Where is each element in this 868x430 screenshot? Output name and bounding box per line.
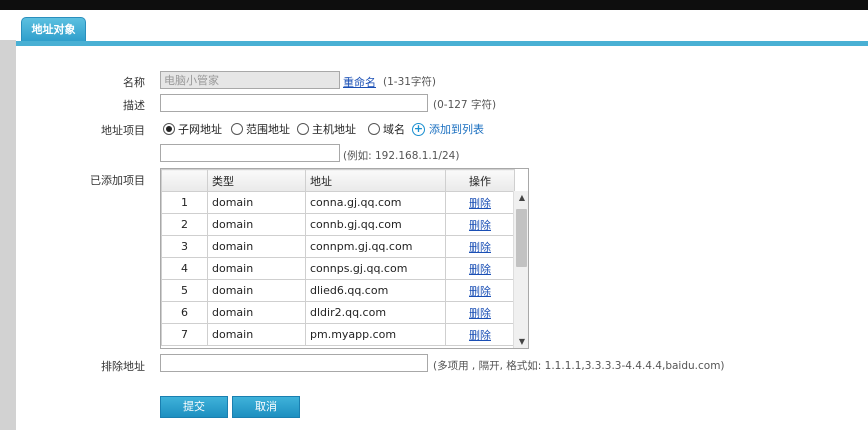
row-address: pm.myapp.com	[305, 323, 446, 346]
added-items-table: 类型 地址 操作 1 domain conna.gj.qq.com 删除 2 d…	[160, 168, 529, 349]
radio-host[interactable]: 主机地址	[297, 121, 356, 137]
radio-domain-label: 域名	[383, 123, 405, 136]
name-hint: (1-31字符)	[383, 76, 437, 88]
row-type: domain	[207, 191, 306, 214]
row-type: domain	[207, 323, 306, 346]
row-address: connps.gj.qq.com	[305, 257, 446, 280]
desc-input[interactable]	[160, 94, 428, 112]
items-table: 类型 地址 操作 1 domain conna.gj.qq.com 删除 2 d…	[161, 169, 515, 346]
delete-link[interactable]: 删除	[469, 285, 491, 298]
row-number: 5	[161, 279, 208, 302]
radio-unchecked-icon	[231, 123, 243, 135]
col-type: 类型	[207, 169, 306, 192]
table-row: 1 domain conna.gj.qq.com 删除	[161, 191, 515, 214]
delete-link[interactable]: 删除	[469, 241, 491, 254]
table-row: 4 domain connps.gj.qq.com 删除	[161, 257, 515, 280]
delete-link[interactable]: 删除	[469, 263, 491, 276]
exclude-label: 排除地址	[101, 360, 145, 373]
address-item-input[interactable]	[160, 144, 340, 162]
desc-label: 描述	[123, 99, 145, 112]
row-operation: 删除	[445, 301, 515, 324]
row-address: dlied6.qq.com	[305, 279, 446, 302]
radio-unchecked-icon	[297, 123, 309, 135]
radio-domain[interactable]: 域名	[368, 121, 405, 137]
exclude-hint: (多项用 , 隔开, 格式如: 1.1.1.1,3.3.3.3-4.4.4.4,…	[433, 360, 725, 372]
col-operation: 操作	[445, 169, 515, 192]
radio-host-label: 主机地址	[312, 123, 356, 136]
row-type: domain	[207, 213, 306, 236]
radio-subnet[interactable]: 子网地址	[163, 121, 222, 137]
cancel-button[interactable]: 取消	[232, 396, 300, 418]
rename-link[interactable]: 重命名	[343, 74, 376, 90]
row-operation: 删除	[445, 279, 515, 302]
added-label: 已添加项目	[90, 174, 145, 187]
table-scrollbar[interactable]: ▲ ▼	[513, 191, 528, 348]
radio-unchecked-icon	[368, 123, 380, 135]
table-row: 5 domain dlied6.qq.com 删除	[161, 279, 515, 302]
radio-range[interactable]: 范围地址	[231, 121, 290, 137]
tab-address-object[interactable]: 地址对象	[21, 17, 86, 41]
table-row: 2 domain connb.gj.qq.com 删除	[161, 213, 515, 236]
row-type: domain	[207, 301, 306, 324]
exclude-input[interactable]	[160, 354, 428, 372]
scroll-up-arrow-icon[interactable]: ▲	[514, 191, 528, 205]
row-type: domain	[207, 235, 306, 258]
col-num	[161, 169, 208, 192]
radio-range-label: 范围地址	[246, 123, 290, 136]
scroll-down-arrow-icon[interactable]: ▼	[514, 335, 528, 348]
tab-underline	[16, 41, 868, 46]
table-row: 7 domain pm.myapp.com 删除	[161, 323, 515, 346]
row-number: 1	[161, 191, 208, 214]
radio-subnet-label: 子网地址	[178, 123, 222, 136]
radio-checked-icon	[163, 123, 175, 135]
row-number: 7	[161, 323, 208, 346]
row-operation: 删除	[445, 235, 515, 258]
address-example-hint: (例如: 192.168.1.1/24)	[343, 150, 460, 162]
scrollbar-thumb[interactable]	[516, 209, 527, 267]
add-to-list-label: 添加到列表	[429, 123, 484, 136]
table-row: 3 domain connpm.gj.qq.com 删除	[161, 235, 515, 258]
delete-link[interactable]: 删除	[469, 197, 491, 210]
row-address: connpm.gj.qq.com	[305, 235, 446, 258]
row-number: 3	[161, 235, 208, 258]
row-address: dldir2.qq.com	[305, 301, 446, 324]
tab-strip	[0, 10, 868, 40]
item-label: 地址项目	[101, 124, 145, 137]
row-number: 6	[161, 301, 208, 324]
table-header-row: 类型 地址 操作	[161, 169, 515, 192]
row-number: 4	[161, 257, 208, 280]
row-type: domain	[207, 279, 306, 302]
name-input[interactable]	[160, 71, 340, 89]
row-number: 2	[161, 213, 208, 236]
add-to-list-button[interactable]: + 添加到列表	[412, 121, 484, 137]
table-row: 6 domain dldir2.qq.com 删除	[161, 301, 515, 324]
row-operation: 删除	[445, 257, 515, 280]
window-top-bar	[0, 0, 868, 10]
row-operation: 删除	[445, 191, 515, 214]
plus-circle-icon: +	[412, 121, 425, 136]
desc-hint: (0-127 字符)	[433, 99, 497, 111]
delete-link[interactable]: 删除	[469, 219, 491, 232]
col-address: 地址	[305, 169, 446, 192]
row-address: conna.gj.qq.com	[305, 191, 446, 214]
row-type: domain	[207, 257, 306, 280]
row-operation: 删除	[445, 323, 515, 346]
row-operation: 删除	[445, 213, 515, 236]
name-label: 名称	[123, 76, 145, 89]
delete-link[interactable]: 删除	[469, 329, 491, 342]
submit-button[interactable]: 提交	[160, 396, 228, 418]
delete-link[interactable]: 删除	[469, 307, 491, 320]
row-address: connb.gj.qq.com	[305, 213, 446, 236]
